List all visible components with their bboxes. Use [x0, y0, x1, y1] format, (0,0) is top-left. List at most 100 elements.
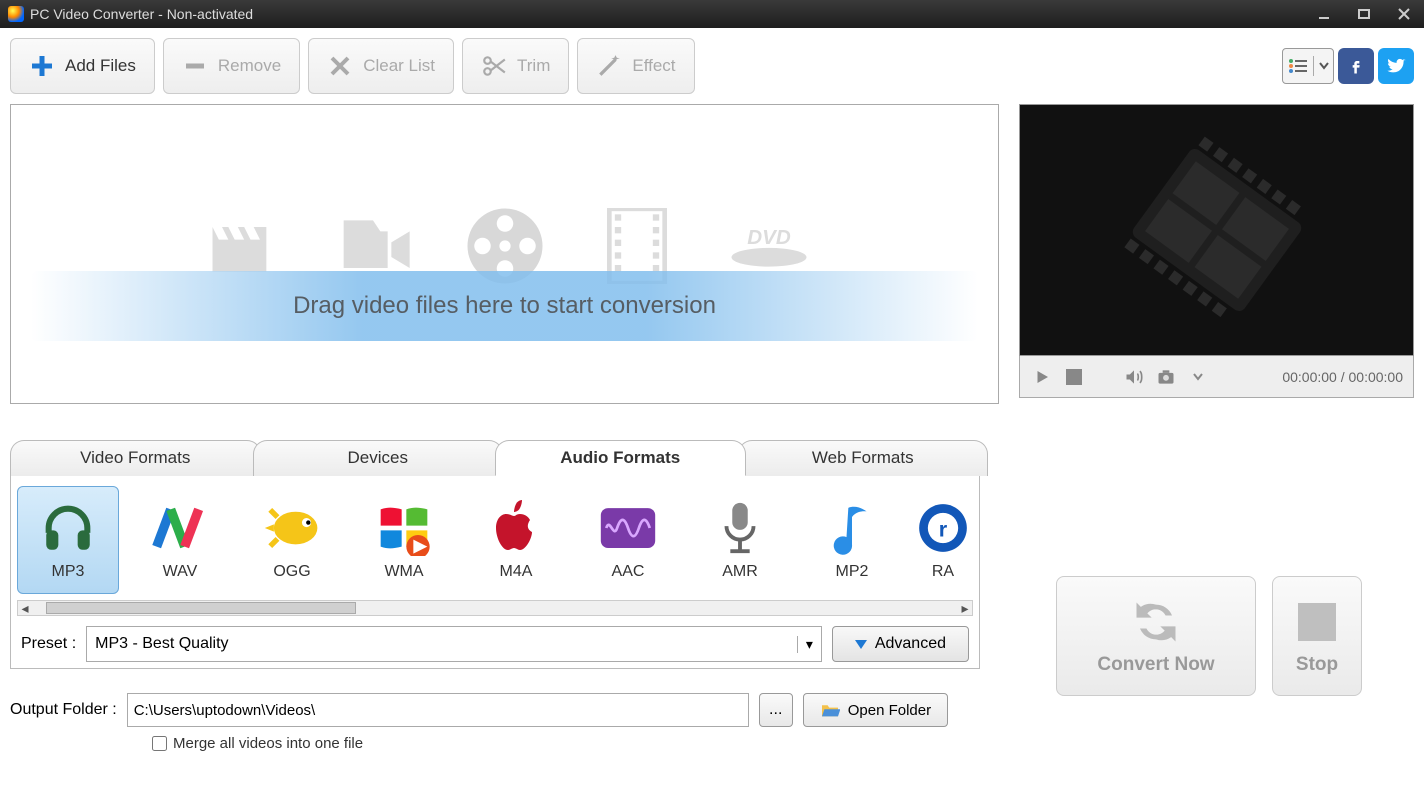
effect-button[interactable]: Effect [577, 38, 694, 94]
scroll-right-icon[interactable]: ▸ [958, 600, 972, 617]
title-bar: PC Video Converter - Non-activated [0, 0, 1424, 28]
clear-list-label: Clear List [363, 56, 435, 76]
format-aac[interactable]: AAC [577, 486, 679, 594]
x-icon [327, 53, 353, 79]
merge-label: Merge all videos into one file [173, 735, 363, 752]
browse-button[interactable]: ... [759, 693, 793, 727]
snapshot-dropdown[interactable] [1186, 365, 1210, 389]
list-icon [1288, 58, 1308, 74]
preset-label: Preset : [21, 635, 76, 653]
mic-icon [711, 499, 769, 557]
format-ra[interactable]: r RA [913, 486, 973, 594]
aac-icon [599, 499, 657, 557]
wand-icon [596, 53, 622, 79]
add-files-button[interactable]: Add Files [10, 38, 155, 94]
preview-panel: 00:00:00 / 00:00:00 [1019, 104, 1414, 404]
windows-icon [375, 499, 433, 557]
play-button[interactable] [1030, 365, 1054, 389]
wav-icon [151, 499, 209, 557]
list-view-toggle[interactable] [1282, 48, 1334, 84]
snapshot-button[interactable] [1154, 365, 1178, 389]
format-ogg[interactable]: OGG [241, 486, 343, 594]
facebook-button[interactable] [1338, 48, 1374, 84]
refresh-icon [1130, 596, 1182, 648]
video-preview [1019, 104, 1414, 356]
chevron-down-icon: ▾ [797, 636, 821, 653]
main-row: DVD Drag video files here to start conve… [0, 94, 1424, 414]
formats-scrollbar[interactable]: ◂ ▸ [17, 600, 973, 616]
format-tabs: Video Formats Devices Audio Formats Web … [0, 440, 990, 669]
format-label: MP3 [52, 563, 85, 581]
format-label: MP2 [836, 563, 869, 581]
time-display: 00:00:00 / 00:00:00 [1282, 369, 1403, 385]
remove-label: Remove [218, 56, 281, 76]
apple-icon [487, 499, 545, 557]
stop-icon [1291, 596, 1343, 648]
window-title: PC Video Converter - Non-activated [30, 6, 253, 22]
remove-button[interactable]: Remove [163, 38, 300, 94]
format-wav[interactable]: WAV [129, 486, 231, 594]
tab-devices[interactable]: Devices [253, 440, 504, 476]
player-controls: 00:00:00 / 00:00:00 [1019, 356, 1414, 398]
merge-checkbox[interactable] [152, 736, 167, 751]
note-icon [823, 499, 881, 557]
scissors-icon [481, 53, 507, 79]
effect-label: Effect [632, 56, 675, 76]
scroll-left-icon[interactable]: ◂ [18, 600, 32, 617]
ogg-icon [263, 499, 321, 557]
tab-video-formats[interactable]: Video Formats [10, 440, 261, 476]
twitter-button[interactable] [1378, 48, 1414, 84]
svg-text:r: r [939, 517, 948, 542]
advanced-label: Advanced [875, 635, 946, 653]
clear-list-button[interactable]: Clear List [308, 38, 454, 94]
scroll-thumb[interactable] [46, 602, 356, 614]
facebook-icon [1346, 56, 1366, 76]
format-m4a[interactable]: M4A [465, 486, 567, 594]
tab-web-formats[interactable]: Web Formats [738, 440, 989, 476]
format-label: WAV [163, 563, 198, 581]
svg-text:DVD: DVD [747, 226, 791, 249]
headphones-icon [39, 499, 97, 557]
preset-select[interactable]: MP3 - Best Quality ▾ [86, 626, 822, 662]
open-folder-label: Open Folder [848, 702, 931, 719]
file-dropzone[interactable]: DVD Drag video files here to start conve… [10, 104, 999, 404]
triangle-down-icon [855, 640, 867, 649]
twitter-icon [1385, 55, 1407, 77]
output-folder-input[interactable] [127, 693, 749, 727]
tab-audio-formats[interactable]: Audio Formats [495, 440, 746, 476]
format-label: AMR [722, 563, 758, 581]
app-icon [8, 6, 24, 22]
trim-label: Trim [517, 56, 550, 76]
chevron-down-icon [1319, 62, 1329, 70]
preset-value: MP3 - Best Quality [87, 635, 797, 653]
formats-pane: MP3 WAV OGG WMA M4A AAC [10, 475, 980, 669]
stop-playback-button[interactable] [1062, 365, 1086, 389]
add-files-label: Add Files [65, 56, 136, 76]
format-mp3[interactable]: MP3 [17, 486, 119, 594]
folder-icon [820, 702, 840, 718]
stop-button[interactable]: Stop [1272, 576, 1362, 696]
film-placeholder-icon [1020, 105, 1413, 355]
plus-icon [29, 53, 55, 79]
format-mp2[interactable]: MP2 [801, 486, 903, 594]
action-buttons: Convert Now Stop [1056, 576, 1362, 696]
format-amr[interactable]: AMR [689, 486, 791, 594]
trim-button[interactable]: Trim [462, 38, 569, 94]
format-wma[interactable]: WMA [353, 486, 455, 594]
close-button[interactable] [1384, 0, 1424, 28]
realplayer-icon: r [914, 499, 972, 557]
maximize-button[interactable] [1344, 0, 1384, 28]
minus-icon [182, 53, 208, 79]
convert-now-button[interactable]: Convert Now [1056, 576, 1256, 696]
format-label: WMA [384, 563, 423, 581]
merge-row: Merge all videos into one file [0, 729, 1424, 752]
format-label: OGG [273, 563, 310, 581]
format-label: M4A [500, 563, 533, 581]
convert-now-label: Convert Now [1097, 654, 1214, 676]
format-label: RA [932, 563, 954, 581]
toolbar: Add Files Remove Clear List Trim Effect [0, 28, 1424, 94]
advanced-button[interactable]: Advanced [832, 626, 969, 662]
volume-button[interactable] [1122, 365, 1146, 389]
minimize-button[interactable] [1304, 0, 1344, 28]
open-folder-button[interactable]: Open Folder [803, 693, 948, 727]
